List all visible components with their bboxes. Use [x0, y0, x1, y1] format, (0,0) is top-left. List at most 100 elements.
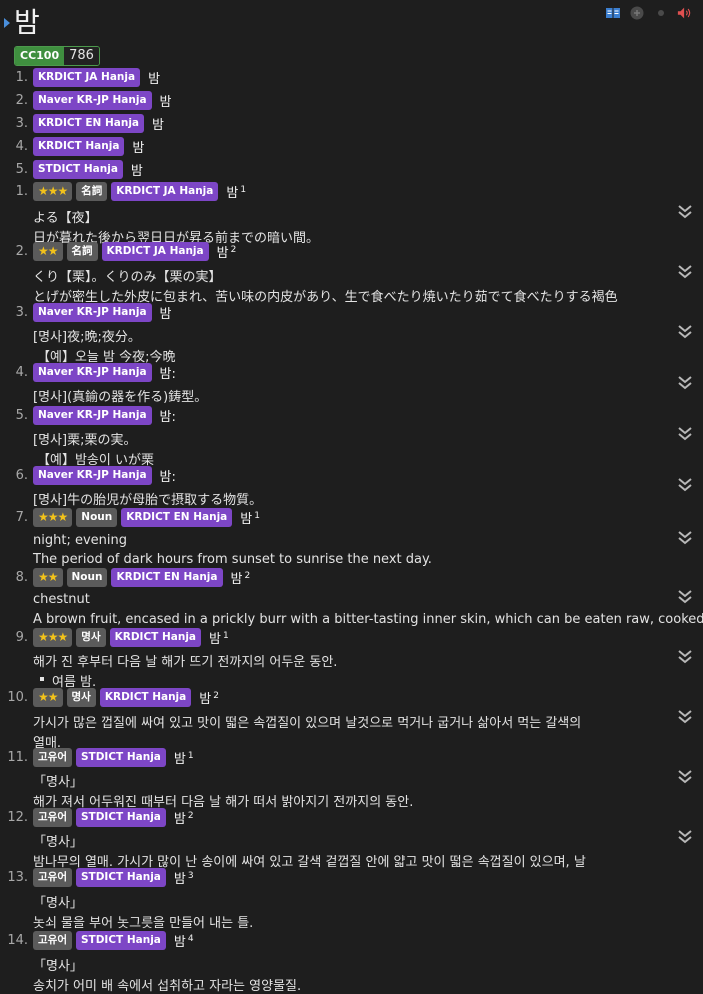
item-number: 4.	[15, 139, 28, 154]
star-icons: ★★★	[38, 510, 68, 524]
definition-gloss: 「명사」	[33, 959, 83, 974]
item-number: 2.	[15, 244, 28, 259]
chevron-double-down-icon[interactable]	[677, 769, 693, 785]
definition-gloss: [명사]牛の胎児が母胎で摂取する物質。	[33, 493, 263, 508]
reading-text: 밤	[159, 95, 172, 110]
item-number: 13.	[7, 870, 28, 885]
chevron-double-down-icon[interactable]	[677, 477, 693, 493]
frequency-badge: CC100 786	[14, 46, 100, 66]
item-number: 2.	[15, 93, 28, 108]
star-icons: ★★	[38, 244, 58, 258]
definition-text: 놋쇠 물을 부어 놋그릇을 만들어 내는 틀.	[33, 916, 254, 931]
tag-row: KRDICT Hanja 밤	[33, 137, 144, 156]
homonym-number: 1	[240, 184, 247, 195]
item-number: 10.	[7, 690, 28, 705]
dictionary-tag[interactable]: Naver KR-JP Hanja	[33, 466, 152, 485]
reading-text: 밤	[152, 118, 164, 133]
dictionary-tag[interactable]: KRDICT Hanja	[99, 688, 192, 707]
dictionary-tag[interactable]: KRDICT EN Hanja	[121, 508, 233, 527]
item-number: 1.	[15, 70, 28, 85]
tag-row: ★★★ 명사 KRDICT Hanja 밤 1	[33, 628, 229, 647]
dictionary-tag[interactable]: STDICT Hanja	[33, 160, 123, 179]
star-icons: ★★★	[38, 630, 68, 644]
chevron-double-down-icon[interactable]	[677, 530, 693, 546]
part-of-speech-tag[interactable]: 名詞	[76, 182, 108, 201]
chevron-double-down-icon[interactable]	[677, 649, 693, 665]
item-number: 14.	[7, 933, 28, 948]
definition-gloss: 해가 진 후부터 다음 날 해가 뜨기 전까지의 어두운 동안.	[33, 655, 338, 670]
frequency-stars: ★★★	[33, 628, 73, 647]
frequency-stars: ★★	[33, 568, 63, 587]
part-of-speech-tag[interactable]: 名詞	[66, 242, 98, 261]
item-number: 1.	[15, 184, 28, 199]
definition-gloss: [명사](真鍮の器を作る)鋳型。	[33, 390, 208, 405]
headword-header: 밤	[4, 6, 40, 40]
star-icons: ★★	[38, 690, 58, 704]
part-of-speech-tag[interactable]: Noun	[66, 568, 108, 587]
definition-gloss: [명사]夜;晩;夜分。	[33, 330, 141, 345]
chevron-double-down-icon[interactable]	[677, 709, 693, 725]
item-number: 7.	[15, 510, 28, 525]
chevron-double-down-icon[interactable]	[677, 375, 693, 391]
part-of-speech-tag[interactable]: 명사	[66, 688, 96, 707]
tag-row: 고유어 STDICT Hanja 밤 2	[33, 808, 194, 827]
dictionary-tag[interactable]: KRDICT Hanja	[33, 137, 125, 156]
part-of-speech-tag[interactable]: 고유어	[33, 868, 72, 887]
dictionary-tag[interactable]: Naver KR-JP Hanja	[33, 91, 152, 110]
chevron-double-down-icon[interactable]	[677, 264, 693, 280]
part-of-speech-tag[interactable]: 고유어	[33, 748, 72, 767]
part-of-speech-tag[interactable]: 명사	[76, 628, 106, 647]
dictionary-tag[interactable]: Naver KR-JP Hanja	[33, 303, 152, 322]
tag-row: ★★★ Noun KRDICT EN Hanja 밤 1	[33, 508, 260, 527]
tag-row: ★★ 명사 KRDICT Hanja 밤 2	[33, 688, 219, 707]
dictionary-tag[interactable]: STDICT Hanja	[75, 808, 166, 827]
add-note-icon[interactable]	[629, 5, 645, 21]
item-number: 3.	[15, 116, 28, 131]
dictionary-tag[interactable]: Naver KR-JP Hanja	[33, 406, 152, 425]
dictionary-tag[interactable]: KRDICT Hanja	[109, 628, 202, 647]
audio-icon[interactable]	[677, 5, 693, 21]
item-number: 11.	[7, 750, 28, 765]
tag-row: 고유어 STDICT Hanja 밤 3	[33, 868, 194, 887]
entry-headword: 밤3	[173, 870, 194, 887]
tag-row: Naver KR-JP Hanja 밤:	[33, 466, 176, 485]
status-dot-icon	[653, 5, 669, 21]
expand-arrow-icon[interactable]	[4, 18, 10, 28]
chevron-double-down-icon[interactable]	[677, 589, 693, 605]
dictionary-tag[interactable]: STDICT Hanja	[75, 748, 166, 767]
item-number: 5.	[15, 408, 28, 423]
entry-headword: 밤2	[199, 690, 219, 707]
tag-row: ★★★ 名詞 KRDICT JA Hanja 밤 1	[33, 182, 246, 201]
dictionary-tag[interactable]: STDICT Hanja	[75, 868, 166, 887]
dictionary-tag[interactable]: KRDICT JA Hanja	[101, 242, 209, 261]
definition-gloss: night; evening	[33, 533, 127, 548]
item-number: 4.	[15, 365, 28, 380]
entry-headword: 밤4	[173, 933, 194, 950]
dictionary-tag[interactable]: KRDICT EN Hanja	[33, 114, 145, 133]
dictionary-tag[interactable]: KRDICT JA Hanja	[111, 182, 219, 201]
homonym-number: 2	[244, 570, 251, 581]
dictionary-tag[interactable]: KRDICT EN Hanja	[111, 568, 223, 587]
homonym-number: 2	[187, 810, 194, 821]
tag-row: KRDICT EN Hanja 밤	[33, 114, 164, 133]
item-number: 6.	[15, 468, 28, 483]
chevron-double-down-icon[interactable]	[677, 324, 693, 340]
chevron-double-down-icon[interactable]	[677, 204, 693, 220]
frequency-dict-name: CC100	[15, 47, 65, 65]
star-icons: ★★★	[38, 184, 68, 198]
frequency-stars: ★★	[33, 242, 63, 261]
reading-text: 밤	[148, 72, 161, 87]
dictionary-tag[interactable]: STDICT Hanja	[75, 931, 166, 950]
dictionary-tag[interactable]: KRDICT JA Hanja	[33, 68, 141, 87]
part-of-speech-tag[interactable]: 고유어	[33, 931, 72, 950]
book-icon[interactable]	[605, 5, 621, 21]
homonym-number: 1	[187, 750, 194, 761]
entry-headword: 밤:	[159, 410, 176, 425]
headword: 밤	[14, 6, 40, 39]
part-of-speech-tag[interactable]: 고유어	[33, 808, 72, 827]
entry-headword: 밤:	[159, 470, 176, 485]
chevron-double-down-icon[interactable]	[677, 426, 693, 442]
dictionary-tag[interactable]: Naver KR-JP Hanja	[33, 363, 152, 382]
chevron-double-down-icon[interactable]	[677, 829, 693, 845]
part-of-speech-tag[interactable]: Noun	[76, 508, 118, 527]
